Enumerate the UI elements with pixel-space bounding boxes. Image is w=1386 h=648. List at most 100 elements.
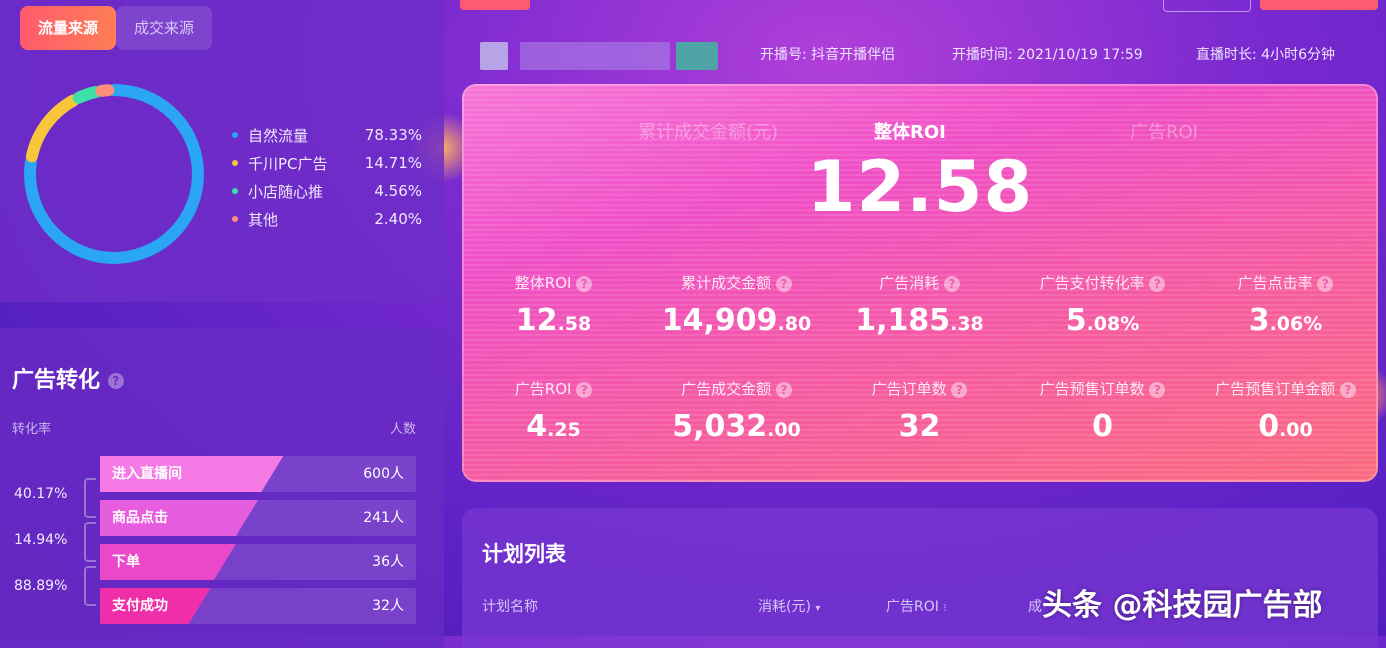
metric-label-text: 广告支付转化率: [1039, 274, 1150, 292]
metric-item: 广告点击率 ? 3.06%: [1194, 272, 1377, 338]
metric-value: 12.58: [462, 303, 645, 338]
top-button-primary[interactable]: [1260, 0, 1378, 10]
metric-value-dec: .00: [1279, 419, 1313, 441]
metric-value-dec: .08%: [1086, 313, 1140, 335]
blurred-badge: [676, 42, 718, 70]
funnel-step[interactable]: 支付成功 32人: [100, 588, 416, 624]
funnel-label: 下单: [112, 554, 140, 570]
funnel-step[interactable]: 下单 36人: [100, 544, 416, 580]
tab-traffic-source[interactable]: 流量来源: [20, 6, 116, 50]
metric-value-int: 14,909: [661, 303, 778, 338]
column-spend[interactable]: 消耗(元) ▾: [758, 596, 820, 616]
channel-info: 开播号: 抖音开播伴侣: [760, 44, 895, 64]
help-icon[interactable]: ?: [775, 275, 792, 292]
blurred-name: [520, 42, 670, 70]
metric-label: 广告预售订单金额 ?: [1194, 378, 1377, 399]
legend-name: 小店随心推: [248, 182, 324, 201]
metric-item: 广告ROI ? 4.25: [462, 378, 645, 444]
main-metrics-card: 累计成交金额(元) 整体ROI 广告ROI 12.58 整体ROI ? 12.58…: [462, 84, 1378, 482]
metric-value-int: 32: [898, 409, 941, 444]
start-time-info: 开播时间: 2021/10/19 17:59: [952, 44, 1143, 64]
tab-deal-source[interactable]: 成交来源: [116, 6, 212, 50]
column-plan-name: 计划名称: [482, 599, 538, 615]
start-time-value: 2021/10/19 17:59: [1017, 47, 1143, 63]
funnel-count: 241人: [363, 510, 404, 526]
legend-dot: [232, 188, 238, 194]
conversion-rate-header: 转化率: [12, 422, 52, 437]
help-icon[interactable]: ?: [775, 381, 792, 398]
metric-value-int: 4: [526, 409, 548, 444]
funnel-count: 32人: [372, 598, 404, 614]
metric-item: 累计成交金额 ? 14,909.80: [645, 272, 828, 338]
help-icon[interactable]: ?: [943, 275, 960, 292]
funnel-label: 商品点击: [112, 510, 168, 526]
top-button-red[interactable]: [460, 0, 530, 10]
conversion-rate: 14.94%: [14, 532, 68, 548]
channel-label: 开播号:: [760, 47, 807, 63]
section-title: 广告转化 ?: [12, 362, 124, 394]
metric-value-dec: .06%: [1269, 313, 1323, 335]
legend-item: 其他 2.40%: [232, 205, 422, 233]
metric-label-text: 整体ROI: [514, 274, 577, 292]
help-icon[interactable]: ?: [1339, 381, 1356, 398]
help-icon[interactable]: ?: [1149, 275, 1166, 292]
metric-value-int: 5,032: [672, 409, 768, 444]
column-ad-roi[interactable]: 广告ROI ⁝: [886, 596, 947, 616]
metric-value-dec: .25: [547, 419, 581, 441]
metric-value: 3.06%: [1194, 303, 1377, 338]
metric-label: 广告ROI ?: [462, 378, 645, 399]
metric-item: 整体ROI ? 12.58: [462, 272, 645, 338]
metric-label-text: 广告订单数: [871, 380, 952, 398]
metric-value-int: 1,185: [855, 303, 951, 338]
legend-name: 其他: [248, 210, 279, 229]
metric-label: 广告消耗 ?: [828, 272, 1011, 293]
rate-bracket: [84, 566, 96, 606]
rate-bracket: [84, 522, 96, 562]
column-ad-roi-label: 广告ROI: [886, 599, 939, 615]
metric-value-dec: .58: [557, 313, 592, 335]
metric-value: 5,032.00: [645, 409, 828, 444]
metric-value-int: 3: [1248, 303, 1270, 338]
traffic-source-panel: 流量来源 成交来源 自然流量 78.33% 千川PC广告 14.71% 小店随心推 4.5…: [0, 0, 444, 302]
metric-label-text: 累计成交金额: [681, 274, 776, 292]
legend-item: 自然流量 78.33%: [232, 121, 422, 149]
help-icon[interactable]: ?: [576, 275, 593, 292]
duration-info: 直播时长: 4小时6分钟: [1196, 44, 1335, 64]
metric-label: 整体ROI ?: [462, 272, 645, 293]
sort-icon[interactable]: ⁝: [943, 603, 946, 614]
hero-tab-overall-roi[interactable]: 整体ROI: [874, 118, 946, 144]
channel-value: 抖音开播伴侣: [811, 47, 896, 63]
plan-list-panel: 计划列表 计划名称 消耗(元) ▾ 广告ROI ⁝ 成: [462, 508, 1378, 648]
hero-tab-total-sales[interactable]: 累计成交金额(元): [638, 118, 778, 144]
metric-item: 广告订单数 ? 32: [828, 378, 1011, 444]
hero-value: 12.58: [806, 146, 1034, 228]
funnel-step[interactable]: 商品点击 241人: [100, 500, 416, 536]
help-icon[interactable]: ?: [951, 381, 968, 398]
top-button-outline[interactable]: [1163, 0, 1251, 12]
funnel-label: 支付成功: [112, 598, 168, 614]
legend-value: 14.71%: [364, 154, 422, 172]
help-icon[interactable]: ?: [1149, 381, 1166, 398]
hero-tab-ad-roi[interactable]: 广告ROI: [1130, 118, 1198, 144]
section-title-text: 广告转化: [12, 368, 101, 393]
metric-item: 广告支付转化率 ? 5.08%: [1011, 272, 1194, 338]
legend-name: 千川PC广告: [248, 154, 328, 173]
legend-item: 小店随心推 4.56%: [232, 177, 422, 205]
help-icon[interactable]: ?: [107, 373, 124, 389]
metric-label-text: 广告成交金额: [681, 380, 776, 398]
metric-value-dec: .80: [777, 313, 812, 335]
metric-label-text: 广告预售订单数: [1039, 380, 1150, 398]
sort-icon[interactable]: ▾: [815, 603, 820, 614]
metric-label: 广告成交金额 ?: [645, 378, 828, 399]
funnel-step[interactable]: 进入直播间 600人: [100, 456, 416, 492]
legend-value: 4.56%: [374, 182, 422, 200]
metric-value-int: 0: [1092, 409, 1113, 444]
rate-bracket: [84, 478, 96, 518]
metric-item: 广告成交金额 ? 5,032.00: [645, 378, 828, 444]
people-count-header: 人数: [390, 422, 417, 437]
metric-item: 广告预售订单数 ? 0: [1011, 378, 1194, 444]
help-icon[interactable]: ?: [576, 381, 593, 398]
metric-value: 0.00: [1194, 409, 1377, 444]
duration-value: 4小时6分钟: [1261, 47, 1335, 63]
help-icon[interactable]: ?: [1317, 275, 1334, 292]
